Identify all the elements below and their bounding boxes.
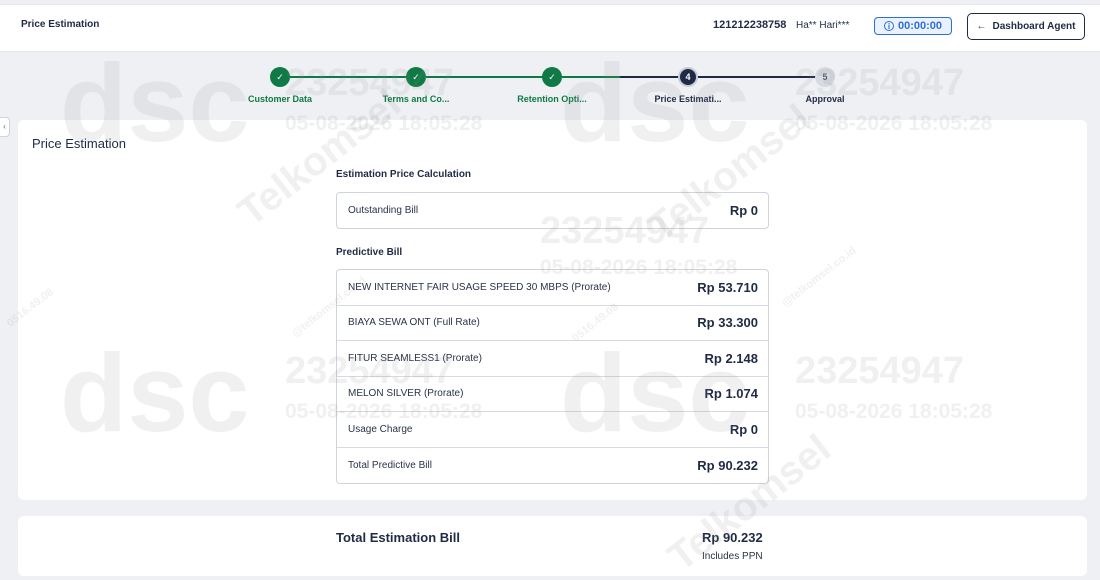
predictive-total-row: Total Predictive Bill Rp 90.232: [337, 448, 768, 484]
step-4-label[interactable]: Price Estimati...: [633, 94, 743, 104]
predictive-row-label: MELON SILVER (Prorate): [348, 388, 464, 400]
step-1-check-icon[interactable]: ✓: [270, 67, 290, 87]
step-2-label[interactable]: Terms and Co...: [361, 94, 471, 104]
predictive-row-label: NEW INTERNET FAIR USAGE SPEED 30 MBPS (P…: [348, 281, 611, 293]
predictive-row-label: Usage Charge: [348, 423, 413, 435]
predictive-row-amount: Rp 53.710: [697, 279, 758, 295]
outstanding-label: Outstanding Bill: [348, 205, 419, 216]
step-connector: [290, 76, 416, 78]
step-5-label[interactable]: Approval: [770, 94, 880, 104]
timer-value: 00:00:00: [897, 20, 943, 32]
step-connector: [426, 76, 552, 78]
session-timer: i 00:00:00: [874, 17, 952, 35]
price-estimation-card: Price Estimation Estimation Price Calcul…: [18, 120, 1087, 500]
total-estimation-card: Total Estimation Bill Rp 90.232 Includes…: [18, 516, 1087, 576]
predictive-row-label: FITUR SEAMLESS1 (Prorate): [348, 352, 482, 364]
predictive-heading: Predictive Bill: [336, 247, 403, 258]
predictive-total-label: Total Predictive Bill: [348, 459, 432, 471]
total-estimation-label: Total Estimation Bill: [336, 530, 460, 545]
predictive-total-amount: Rp 90.232: [697, 457, 758, 473]
predictive-row-label: BIAYA SEWA ONT (Full Rate): [348, 317, 480, 329]
step-3-label[interactable]: Retention Opti...: [497, 94, 607, 104]
predictive-row: Usage Charge Rp 0: [337, 412, 768, 448]
predictive-row: NEW INTERNET FAIR USAGE SPEED 30 MBPS (P…: [337, 270, 768, 306]
step-3-check-icon[interactable]: ✓: [542, 67, 562, 87]
section-title: Price Estimation: [32, 136, 126, 151]
calc-heading: Estimation Price Calculation: [336, 169, 472, 180]
predictive-row: FITUR SEAMLESS1 (Prorate) Rp 2.148: [337, 341, 768, 377]
step-5-number[interactable]: 5: [815, 67, 835, 87]
outstanding-box: Outstanding Bill Rp 0: [336, 192, 769, 229]
step-connector: [698, 76, 824, 78]
dashboard-agent-label: Dashboard Agent: [992, 21, 1076, 32]
step-4-number[interactable]: 4: [678, 67, 698, 87]
outstanding-row: Outstanding Bill Rp 0: [337, 193, 768, 228]
step-2-check-icon[interactable]: ✓: [406, 67, 426, 87]
progress-stepper: ✓ Customer Data ✓ Terms and Co... ✓ Rete…: [0, 60, 1100, 110]
top-bar: Price Estimation 121212238758 Ha** Hari*…: [0, 4, 1100, 52]
customer-name: Ha** Hari***: [796, 20, 850, 31]
ppn-note: Includes PPN: [702, 551, 763, 562]
predictive-row: BIAYA SEWA ONT (Full Rate) Rp 33.300: [337, 306, 768, 341]
dashboard-agent-button[interactable]: ← Dashboard Agent: [967, 13, 1085, 40]
predictive-row: MELON SILVER (Prorate) Rp 1.074: [337, 377, 768, 412]
predictive-box: NEW INTERNET FAIR USAGE SPEED 30 MBPS (P…: [336, 269, 769, 484]
info-icon: i: [883, 21, 894, 31]
total-estimation-amount: Rp 90.232: [702, 530, 763, 545]
page-title: Price Estimation: [21, 19, 100, 30]
arrow-left-icon: ←: [976, 21, 987, 32]
side-collapse-tab[interactable]: ‹: [0, 117, 10, 137]
outstanding-amount: Rp 0: [729, 203, 758, 218]
predictive-row-amount: Rp 0: [729, 421, 758, 437]
predictive-row-amount: Rp 2.148: [704, 350, 758, 366]
predictive-row-amount: Rp 1.074: [704, 386, 758, 402]
step-1-label[interactable]: Customer Data: [225, 94, 335, 104]
predictive-row-amount: Rp 33.300: [697, 315, 758, 331]
msisdn-number: 121212238758: [713, 19, 787, 31]
